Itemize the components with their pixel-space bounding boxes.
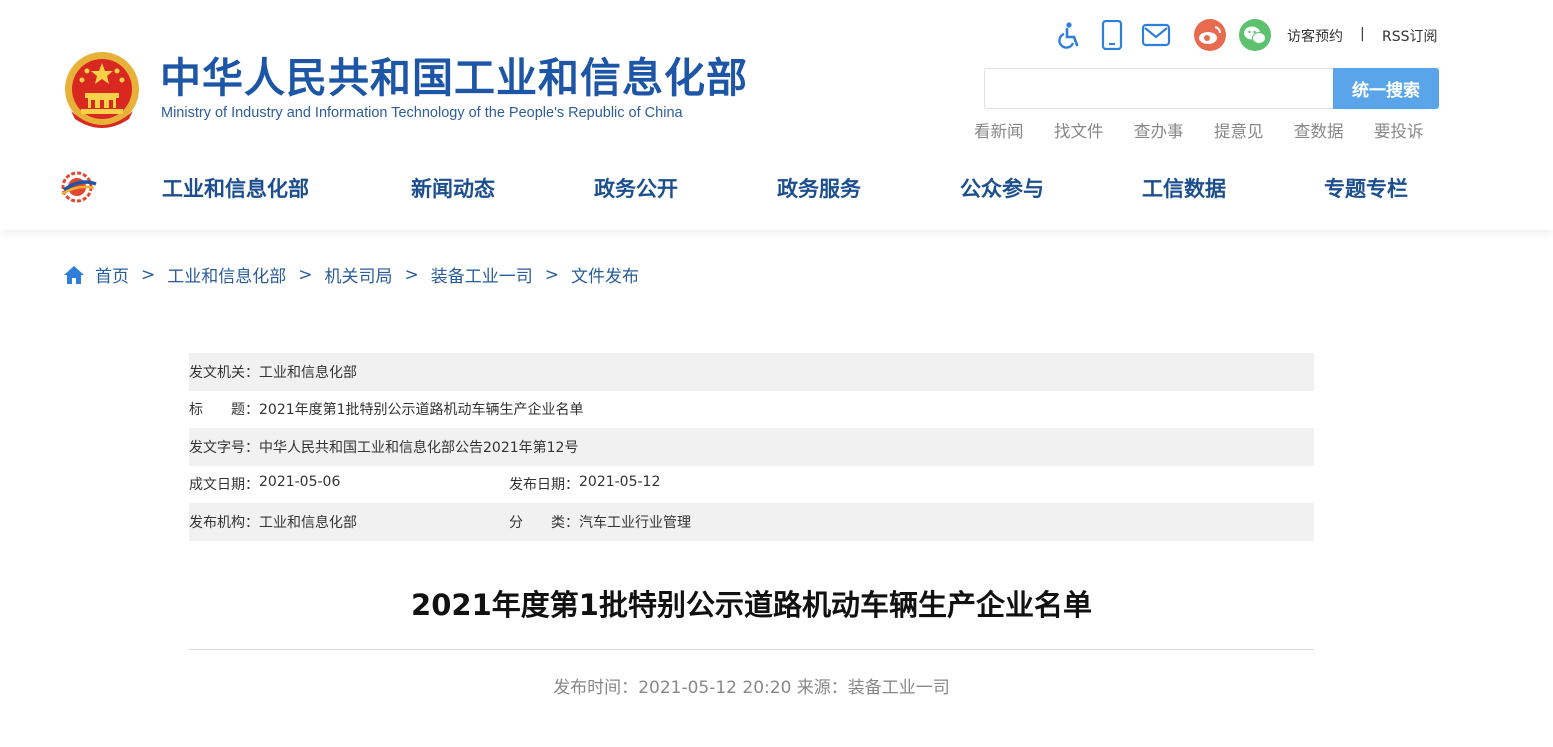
publisher-value: 工业和信息化部: [259, 514, 357, 531]
document-meta-table: 发文机关： 工业和信息化部 标 题： 2021年度第1批特别公示道路机动车辆生产…: [189, 353, 1314, 541]
publish-date-label: 发布日期：: [509, 477, 579, 494]
quick-link-complaint[interactable]: 要投诉: [1374, 118, 1454, 142]
nav-public-participation[interactable]: 公众参与: [960, 173, 1044, 203]
issuer-value: 工业和信息化部: [259, 364, 357, 381]
visitor-booking-link[interactable]: 访客预约: [1287, 26, 1343, 46]
breadcrumb-document-release[interactable]: 文件发布: [571, 262, 639, 287]
search-input[interactable]: [984, 68, 1334, 109]
nav-miit[interactable]: 工业和信息化部: [162, 173, 309, 203]
quick-link-feedback[interactable]: 提意见: [1214, 118, 1294, 142]
meta-row-dates: 成文日期： 2021-05-06 发布日期： 2021-05-12: [189, 466, 1314, 504]
quick-link-documents[interactable]: 找文件: [1054, 118, 1134, 142]
nav-miit-data[interactable]: 工信数据: [1142, 173, 1226, 203]
meta-row-publisher: 发布机构： 工业和信息化部 分 类： 汽车工业行业管理: [189, 503, 1314, 541]
quick-link-news[interactable]: 看新闻: [974, 118, 1054, 142]
article-divider: [189, 649, 1314, 650]
issuer-label: 发文机关：: [189, 364, 259, 381]
breadcrumb-home[interactable]: 首页: [95, 262, 129, 287]
search-button[interactable]: 统一搜索: [1333, 68, 1439, 109]
written-date-value: 2021-05-06: [259, 474, 341, 491]
article-info: 发布时间：2021-05-12 20:20 来源：装备工业一司: [189, 673, 1314, 698]
breadcrumb-equipment-dept-1[interactable]: 装备工业一司: [431, 262, 533, 287]
quick-link-data[interactable]: 查数据: [1294, 118, 1374, 142]
mail-icon[interactable]: [1139, 18, 1173, 52]
category-value: 汽车工业行业管理: [579, 514, 691, 531]
nav-gov-services[interactable]: 政务服务: [777, 173, 861, 203]
quick-link-services[interactable]: 查办事: [1134, 118, 1214, 142]
meta-row-doc-no: 发文字号： 中华人民共和国工业和信息化部公告2021年第12号: [189, 428, 1314, 466]
site-subtitle: Ministry of Industry and Information Tec…: [161, 105, 683, 121]
title-value: 2021年度第1批特别公示道路机动车辆生产企业名单: [259, 402, 584, 419]
title-label: 标 题：: [189, 402, 259, 419]
publisher-label: 发布机构：: [189, 514, 259, 531]
quick-links: 看新闻 找文件 查办事 提意见 查数据 要投诉: [974, 118, 1454, 142]
nav-special-topics[interactable]: 专题专栏: [1324, 173, 1408, 203]
breadcrumb-miit[interactable]: 工业和信息化部: [167, 262, 286, 287]
wechat-icon[interactable]: [1238, 18, 1272, 52]
meta-row-title: 标 题： 2021年度第1批特别公示道路机动车辆生产企业名单: [189, 391, 1314, 429]
nav-news[interactable]: 新闻动态: [411, 173, 495, 203]
miit-logo-icon[interactable]: [60, 170, 98, 204]
home-icon[interactable]: [63, 265, 85, 285]
article-title: 2021年度第1批特别公示道路机动车辆生产企业名单: [411, 588, 1092, 622]
doc-no-value: 中华人民共和国工业和信息化部公告2021年第12号: [259, 439, 579, 456]
category-label: 分 类：: [509, 514, 579, 531]
rss-link[interactable]: RSS订阅: [1382, 26, 1438, 46]
breadcrumb-separator: >: [141, 264, 156, 285]
written-date-label: 成文日期：: [189, 477, 259, 494]
publish-time-value: 2021-05-12 20:20: [638, 678, 792, 698]
source-value: 装备工业一司: [847, 678, 950, 698]
breadcrumb-separator: >: [298, 264, 313, 285]
meta-row-issuer: 发文机关： 工业和信息化部: [189, 353, 1314, 391]
site-title[interactable]: 中华人民共和国工业和信息化部: [160, 52, 748, 104]
weibo-icon[interactable]: [1193, 18, 1227, 52]
source-label: 来源：: [796, 678, 848, 698]
site-header: 中华人民共和国工业和信息化部 Ministry of Industry and …: [0, 0, 1553, 230]
doc-no-label: 发文字号：: [189, 439, 259, 456]
accessibility-icon[interactable]: [1052, 18, 1086, 52]
publish-date-value: 2021-05-12: [579, 474, 661, 491]
mobile-icon[interactable]: [1095, 18, 1129, 52]
breadcrumb: 首页 > 工业和信息化部 > 机关司局 > 装备工业一司 > 文件发布: [63, 262, 639, 287]
breadcrumb-departments[interactable]: 机关司局: [325, 262, 393, 287]
nav-gov-affairs[interactable]: 政务公开: [594, 173, 678, 203]
breadcrumb-separator: >: [544, 264, 559, 285]
utility-separator: |: [1360, 26, 1365, 42]
publish-time-label: 发布时间：: [553, 678, 639, 698]
national-emblem-logo[interactable]: [63, 49, 141, 131]
breadcrumb-separator: >: [404, 264, 419, 285]
